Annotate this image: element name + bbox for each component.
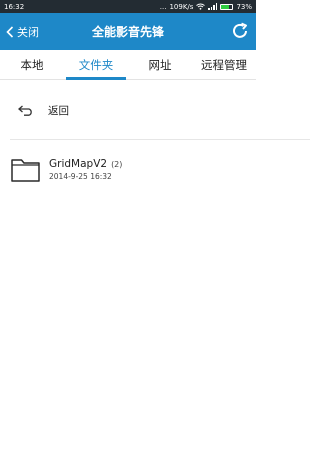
tab-folder-label: 文件夹 [78,57,114,72]
return-item[interactable]: 返回 [0,94,256,126]
return-label: 返回 [48,104,69,117]
status-bar: 16:32 ... 109K/s 73% [0,0,256,13]
folder-icon [11,158,40,182]
network-speed: 109K/s [169,2,194,11]
folder-date: 2014-9-25 16:32 [49,171,112,181]
battery-percent: 73% [236,2,252,11]
status-indicators: ... 109K/s 73% [160,3,252,11]
wifi-icon [196,3,206,10]
tab-url-label: 网址 [148,57,172,72]
folder-name: GridMapV2 [49,157,108,170]
tab-remote-label: 远程管理 [201,57,247,72]
app-title: 全能影音先锋 [91,25,164,39]
return-icon [18,105,32,116]
tab-local[interactable]: 本地 [0,50,64,79]
folder-name-line: GridMapV2 (2) [49,158,122,170]
divider [10,139,310,140]
status-dots: ... [159,2,167,11]
title-bar: 关闭 全能影音先锋 [0,13,256,50]
tab-remote[interactable]: 远程管理 [192,50,256,79]
status-time: 16:32 [4,2,25,11]
battery-icon [220,3,234,10]
signal-icon [208,3,218,10]
tab-folder[interactable]: 文件夹 [64,50,128,80]
tab-bar: 本地 文件夹 网址 远程管理 [0,50,256,80]
folder-info: GridMapV2 (2) 2014-9-25 16:32 [49,158,122,181]
folder-count: (2) [111,159,123,169]
tab-url[interactable]: 网址 [128,50,192,79]
tab-local-label: 本地 [20,57,44,72]
refresh-icon[interactable] [230,21,250,41]
list-item[interactable]: GridMapV2 (2) 2014-9-25 16:32 [0,152,256,186]
